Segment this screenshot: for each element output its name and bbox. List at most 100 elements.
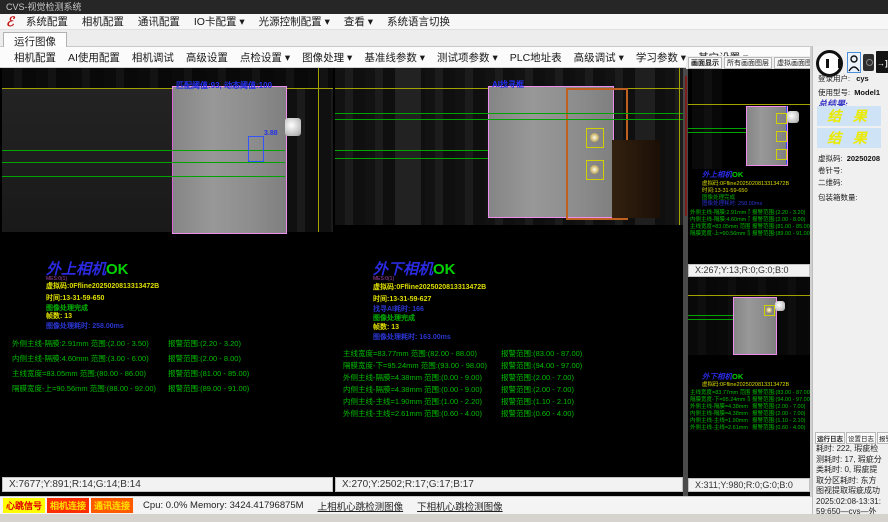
measurement-row: 内侧主线-主线=1.90mm 范围:(1.00 - 2.20) 报警范围:(1.… xyxy=(335,396,683,407)
app-status-bar: 心跳信号 相机连接 通讯连接 Cpu: 0.0% Memory: 3424.41… xyxy=(0,496,812,514)
ai-search-overlay-label: AI找寻框 xyxy=(492,79,524,90)
green-baseline-1 xyxy=(335,113,683,114)
measurement-row: 隔膜宽度-上=90.56mm 范围:(88.00 - 92.00) 报警范围:(… xyxy=(688,229,810,236)
tool-advanced-settings[interactable]: 高级设置 xyxy=(180,50,234,65)
lower-camera-heartbeat-link[interactable]: 下相机心跳检测图像 xyxy=(417,499,503,513)
camera-button[interactable] xyxy=(863,54,874,71)
measurement-row: 外侧主线-隔膜=4.38mm 范围:(0.00 - 9.00) 报警范围:(2.… xyxy=(688,402,810,409)
menu-io-config[interactable]: IO卡配置 ▾ xyxy=(187,14,252,29)
barcode-label: 虚拟码: xyxy=(818,154,843,163)
tab-marker-box-1 xyxy=(586,128,604,148)
camera-image-upper[interactable]: 匹配阈值:93, 动态阈值:100 3.88 xyxy=(2,68,333,255)
camera-view-upper[interactable]: 匹配阈值:93, 动态阈值:100 3.88 外上相机OK MES:0(1) 虚… xyxy=(2,68,333,492)
exit-button[interactable]: →] xyxy=(876,51,888,73)
tab-all-layers[interactable]: 所有画面图层 xyxy=(724,57,772,69)
measurement-text: 外侧主线-隔膜:2.91mm 范围:(2.00 - 3.50) xyxy=(12,338,149,349)
menu-comm-config[interactable]: 通讯配置 xyxy=(131,14,187,29)
menu-view[interactable]: 查看 ▾ xyxy=(337,14,380,29)
green-baseline-2 xyxy=(688,132,746,133)
thumb-view-upper[interactable]: 外上相机OK 虚拟码:0Ffline2025020813313472B 时间:1… xyxy=(688,69,810,264)
upper-camera-heartbeat-link[interactable]: 上相机心跳检测图像 xyxy=(318,499,404,513)
layer-tab-strip: 画面显示 所有画面图层 虚拟画面图层 xyxy=(686,56,812,69)
measurement-text: 内侧主线-隔膜:4.60mm 范围:(3.00 - 6.00) xyxy=(690,215,750,222)
elapsed-line: 图像处理耗时: 258.00ms xyxy=(702,199,762,207)
measurement-text: 隔膜宽度-上=90.56mm 范围:(88.00 - 92.00) xyxy=(690,229,750,236)
alarm-range-text: 报警范围:(89.00 - 91.00) xyxy=(752,229,810,236)
measurement-text: 外侧主线-隔膜=4.38mm 范围:(0.00 - 9.00) xyxy=(690,402,750,409)
alarm-range-text: 报警范围:(81.00 - 85.00) xyxy=(752,222,810,229)
result-ok-badge: OK xyxy=(106,261,129,278)
window-title: CVS-视觉检测系统 xyxy=(6,2,82,12)
measurement-text: 主线宽度=83.77mm 范围:(82.00 - 88.00) xyxy=(690,388,750,395)
measurement-row: 隔膜宽度-下=95.24mm 范围:(93.00 - 98.00) 报警范围:(… xyxy=(335,360,683,371)
menu-language-switch[interactable]: 系统语言切换 xyxy=(380,14,457,29)
tool-spot-check[interactable]: 点检设置 ▾ xyxy=(234,50,296,65)
green-baseline-1 xyxy=(2,150,285,151)
measurement-text: 内侧主线-隔膜:4.60mm 范围:(3.00 - 6.00) xyxy=(12,353,149,364)
measurement-row: 隔膜宽度-上=90.56mm 范围:(88.00 - 92.00) 报警范围:(… xyxy=(2,383,333,394)
roi-annotation: 3.88 xyxy=(264,130,278,137)
measurement-text: 主线宽度=83.05mm 范围:(80.00 - 86.00) xyxy=(690,222,750,229)
alarm-range-text: 报警范围:(2.00 - 7.00) xyxy=(752,402,810,409)
alarm-range-text: 报警范围:(2.00 - 7.00) xyxy=(501,372,574,383)
result-ok-badge: OK xyxy=(433,261,456,278)
time-line: 时间:13-31-59-650 xyxy=(46,293,104,303)
thumb-view-lower[interactable]: 外下相机OK 虚拟码:0Ffline2025020813313472B 主线宽度… xyxy=(688,277,810,478)
tab-marker-box-1 xyxy=(776,113,787,124)
tool-baseline-params[interactable]: 基准线参数 ▾ xyxy=(358,50,431,65)
alarm-range-text: 报警范围:(81.00 - 85.00) xyxy=(168,368,249,379)
camera-image-lower[interactable]: AI找寻框 xyxy=(335,68,683,225)
measurement-text: 内侧主线-主线=1.90mm 范围:(1.00 - 2.20) xyxy=(343,396,482,407)
measurement-row: 内侧主线-隔膜:4.60mm 范围:(3.00 - 6.00) 报警范围:(2.… xyxy=(2,353,333,364)
measurement-row: 内侧主线-隔膜:4.60mm 范围:(3.00 - 6.00) 报警范围:(2.… xyxy=(688,215,810,222)
tab-screen-display[interactable]: 画面显示 xyxy=(688,57,722,69)
tool-camera-config[interactable]: 相机配置 xyxy=(8,50,62,65)
login-user-value: cys xyxy=(856,74,869,83)
alarm-range-text: 报警范围:(83.00 - 87.00) xyxy=(501,348,582,359)
measurement-text: 隔膜宽度-下=95.24mm 范围:(93.00 - 98.00) xyxy=(690,395,750,402)
log-text[interactable]: 耗时: 222, 瑕疵检测耗时: 17, 瑕疵分类耗时: 0, 瑕疵提取分区耗时… xyxy=(816,444,884,522)
window-frame-strip xyxy=(0,514,888,522)
tool-test-params[interactable]: 测试项参数 ▾ xyxy=(431,50,504,65)
camera-icon xyxy=(866,59,873,66)
tool-camera-debug[interactable]: 相机调试 xyxy=(126,50,180,65)
measurement-row: 主线宽度=83.77mm 范围:(82.00 - 88.00) 报警范围:(83… xyxy=(335,348,683,359)
tool-plc-address[interactable]: PLC地址表 xyxy=(504,50,568,65)
tab-run-log[interactable]: 运行日志 xyxy=(815,432,845,444)
tab-alarm-log[interactable]: 报警日志 xyxy=(877,432,888,444)
tool-learning-params[interactable]: 学习参数 ▾ xyxy=(630,50,692,65)
image-top-band xyxy=(2,68,333,88)
tool-ai-usage-config[interactable]: AI使用配置 xyxy=(62,50,126,65)
barcode-line: 虚拟码:0Ffline2025020813313472B xyxy=(373,282,486,292)
tab-settings-log[interactable]: 设置日志 xyxy=(846,432,876,444)
alarm-range-text: 报警范围:(2.00 - 8.00) xyxy=(752,215,810,222)
menu-light-config[interactable]: 光源控制配置 ▾ xyxy=(252,14,337,29)
yellow-guide-line xyxy=(688,295,810,296)
alarm-range-text: 报警范围:(2.00 - 8.00) xyxy=(168,353,241,364)
tab-marker-box-2 xyxy=(776,131,787,142)
model-value[interactable]: Model1 xyxy=(854,88,880,97)
camera-view-lower[interactable]: AI找寻框 外下相机OK MES:0(1) 虚拟码:0Ffline2025020… xyxy=(335,68,683,492)
measurement-row: 外侧主线-主线=2.61mm 范围:(0.60 - 4.00) 报警范围:(0.… xyxy=(335,408,683,419)
menu-system-config[interactable]: 系统配置 xyxy=(19,14,75,29)
result-box-upper: 结 果 xyxy=(817,106,881,126)
magenta-edge-line xyxy=(172,89,173,232)
tool-advanced-debug[interactable]: 高级调试 ▾ xyxy=(568,50,630,65)
login-user-row: 登录用户: cys xyxy=(818,73,869,84)
login-user-label: 登录用户: xyxy=(818,74,850,83)
qr-label: 二维码: xyxy=(818,177,843,188)
alarm-range-text: 报警范围:(2.00 - 7.00) xyxy=(752,409,810,416)
blue-roi-box xyxy=(248,136,264,162)
measurement-row: 内侧主线-隔膜=4.38mm 范围:(0.00 - 9.00) 报警范围:(2.… xyxy=(688,409,810,416)
pixel-coord-status-lower: X:270;Y:2502;R:17;G:17;B:17 xyxy=(335,477,683,492)
tool-image-processing[interactable]: 图像处理 ▾ xyxy=(296,50,358,65)
time-line: 时间:13-31-59-627 xyxy=(373,294,431,304)
pixel-coord-status-thumb-upper: X:267;Y:13;R:0;G:0;B:0 xyxy=(688,264,810,277)
tab-strip: 运行图像 xyxy=(0,30,888,47)
menu-camera-config[interactable]: 相机配置 xyxy=(75,14,131,29)
yellow-vertical-line xyxy=(318,68,319,232)
tab-marker-box-2 xyxy=(586,160,604,180)
measurement-text: 主线宽度=83.77mm 范围:(82.00 - 88.00) xyxy=(343,348,477,359)
frames-line: 帧数: 13 xyxy=(46,311,72,321)
user-button[interactable] xyxy=(847,52,861,73)
